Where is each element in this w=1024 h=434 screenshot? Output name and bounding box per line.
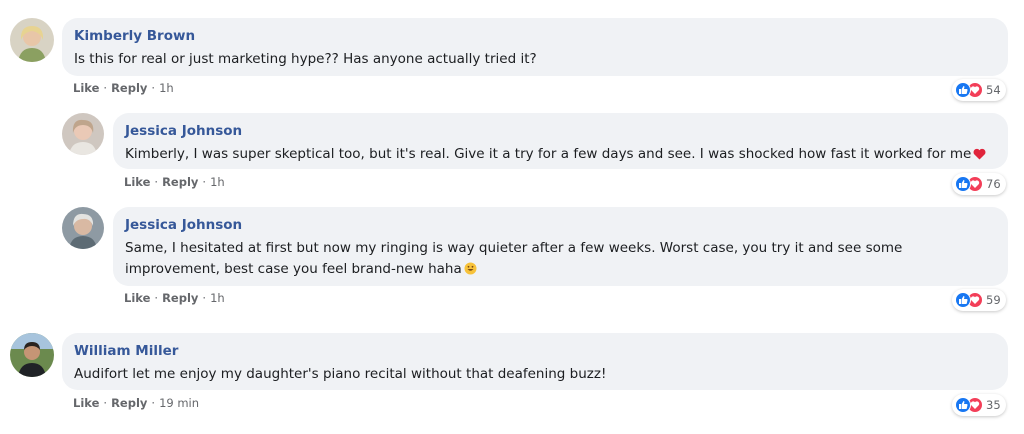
reaction-count: 76: [986, 177, 1001, 191]
reply-link[interactable]: Reply: [111, 396, 147, 410]
comment-timestamp[interactable]: 1h: [159, 81, 174, 95]
avatar[interactable]: [62, 113, 104, 155]
separator: ·: [154, 291, 159, 305]
like-icon: [955, 397, 971, 413]
separator: ·: [103, 81, 108, 95]
comment-bubble: Jessica Johnson Kimberly, I was super sk…: [113, 113, 1008, 169]
separator: ·: [154, 175, 159, 189]
comment-bubble: Kimberly Brown Is this for real or just …: [62, 18, 1008, 76]
like-link[interactable]: Like: [124, 291, 150, 305]
comment-text: Same, I hesitated at first but now my ri…: [125, 240, 903, 277]
avatar[interactable]: [62, 207, 104, 249]
comment-text: Is this for real or just marketing hype?…: [74, 51, 537, 67]
comment-text: Kimberly, I was super skeptical too, but…: [125, 146, 972, 162]
like-icon: [955, 176, 971, 192]
like-icon: [955, 292, 971, 308]
comment-actions: Like · Reply · 19 min: [73, 396, 199, 410]
comment-text: Audifort let me enjoy my daughter's pian…: [74, 366, 607, 382]
smile-emoji-icon: [464, 261, 477, 282]
comment-text-line: Same, I hesitated at first but now my ri…: [125, 238, 996, 282]
reaction-summary[interactable]: 76: [952, 173, 1006, 195]
reaction-summary[interactable]: 54: [952, 79, 1006, 101]
separator: ·: [151, 396, 156, 410]
comment-actions: Like · Reply · 1h: [124, 175, 225, 189]
comment-author[interactable]: Kimberly Brown: [74, 27, 996, 45]
reply-link[interactable]: Reply: [111, 81, 147, 95]
like-link[interactable]: Like: [124, 175, 150, 189]
comment-author[interactable]: William Miller: [74, 342, 996, 360]
comment-timestamp[interactable]: 1h: [210, 291, 225, 305]
separator: ·: [151, 81, 156, 95]
separator: ·: [103, 396, 108, 410]
comment-bubble: Jessica Johnson Same, I hesitated at fir…: [113, 207, 1008, 286]
like-icon: [955, 82, 971, 98]
avatar[interactable]: [10, 333, 54, 377]
separator: ·: [202, 291, 207, 305]
heart-emoji-icon: [973, 146, 986, 167]
separator: ·: [202, 175, 207, 189]
reply-link[interactable]: Reply: [162, 175, 198, 189]
reaction-count: 54: [986, 83, 1001, 97]
comment-timestamp[interactable]: 1h: [210, 175, 225, 189]
reply-link[interactable]: Reply: [162, 291, 198, 305]
reaction-summary[interactable]: 35: [952, 394, 1006, 416]
reaction-count: 35: [986, 398, 1001, 412]
comment-author[interactable]: Jessica Johnson: [125, 122, 996, 140]
comment-author[interactable]: Jessica Johnson: [125, 216, 996, 234]
avatar[interactable]: [10, 18, 54, 62]
reaction-summary[interactable]: 59: [952, 289, 1006, 311]
comment-actions: Like · Reply · 1h: [124, 291, 225, 305]
like-link[interactable]: Like: [73, 81, 99, 95]
comment-actions: Like · Reply · 1h: [73, 81, 174, 95]
comment-bubble: William Miller Audifort let me enjoy my …: [62, 333, 1008, 390]
like-link[interactable]: Like: [73, 396, 99, 410]
reaction-count: 59: [986, 293, 1001, 307]
comment-timestamp[interactable]: 19 min: [159, 396, 199, 410]
comment-text-line: Kimberly, I was super skeptical too, but…: [125, 144, 996, 167]
